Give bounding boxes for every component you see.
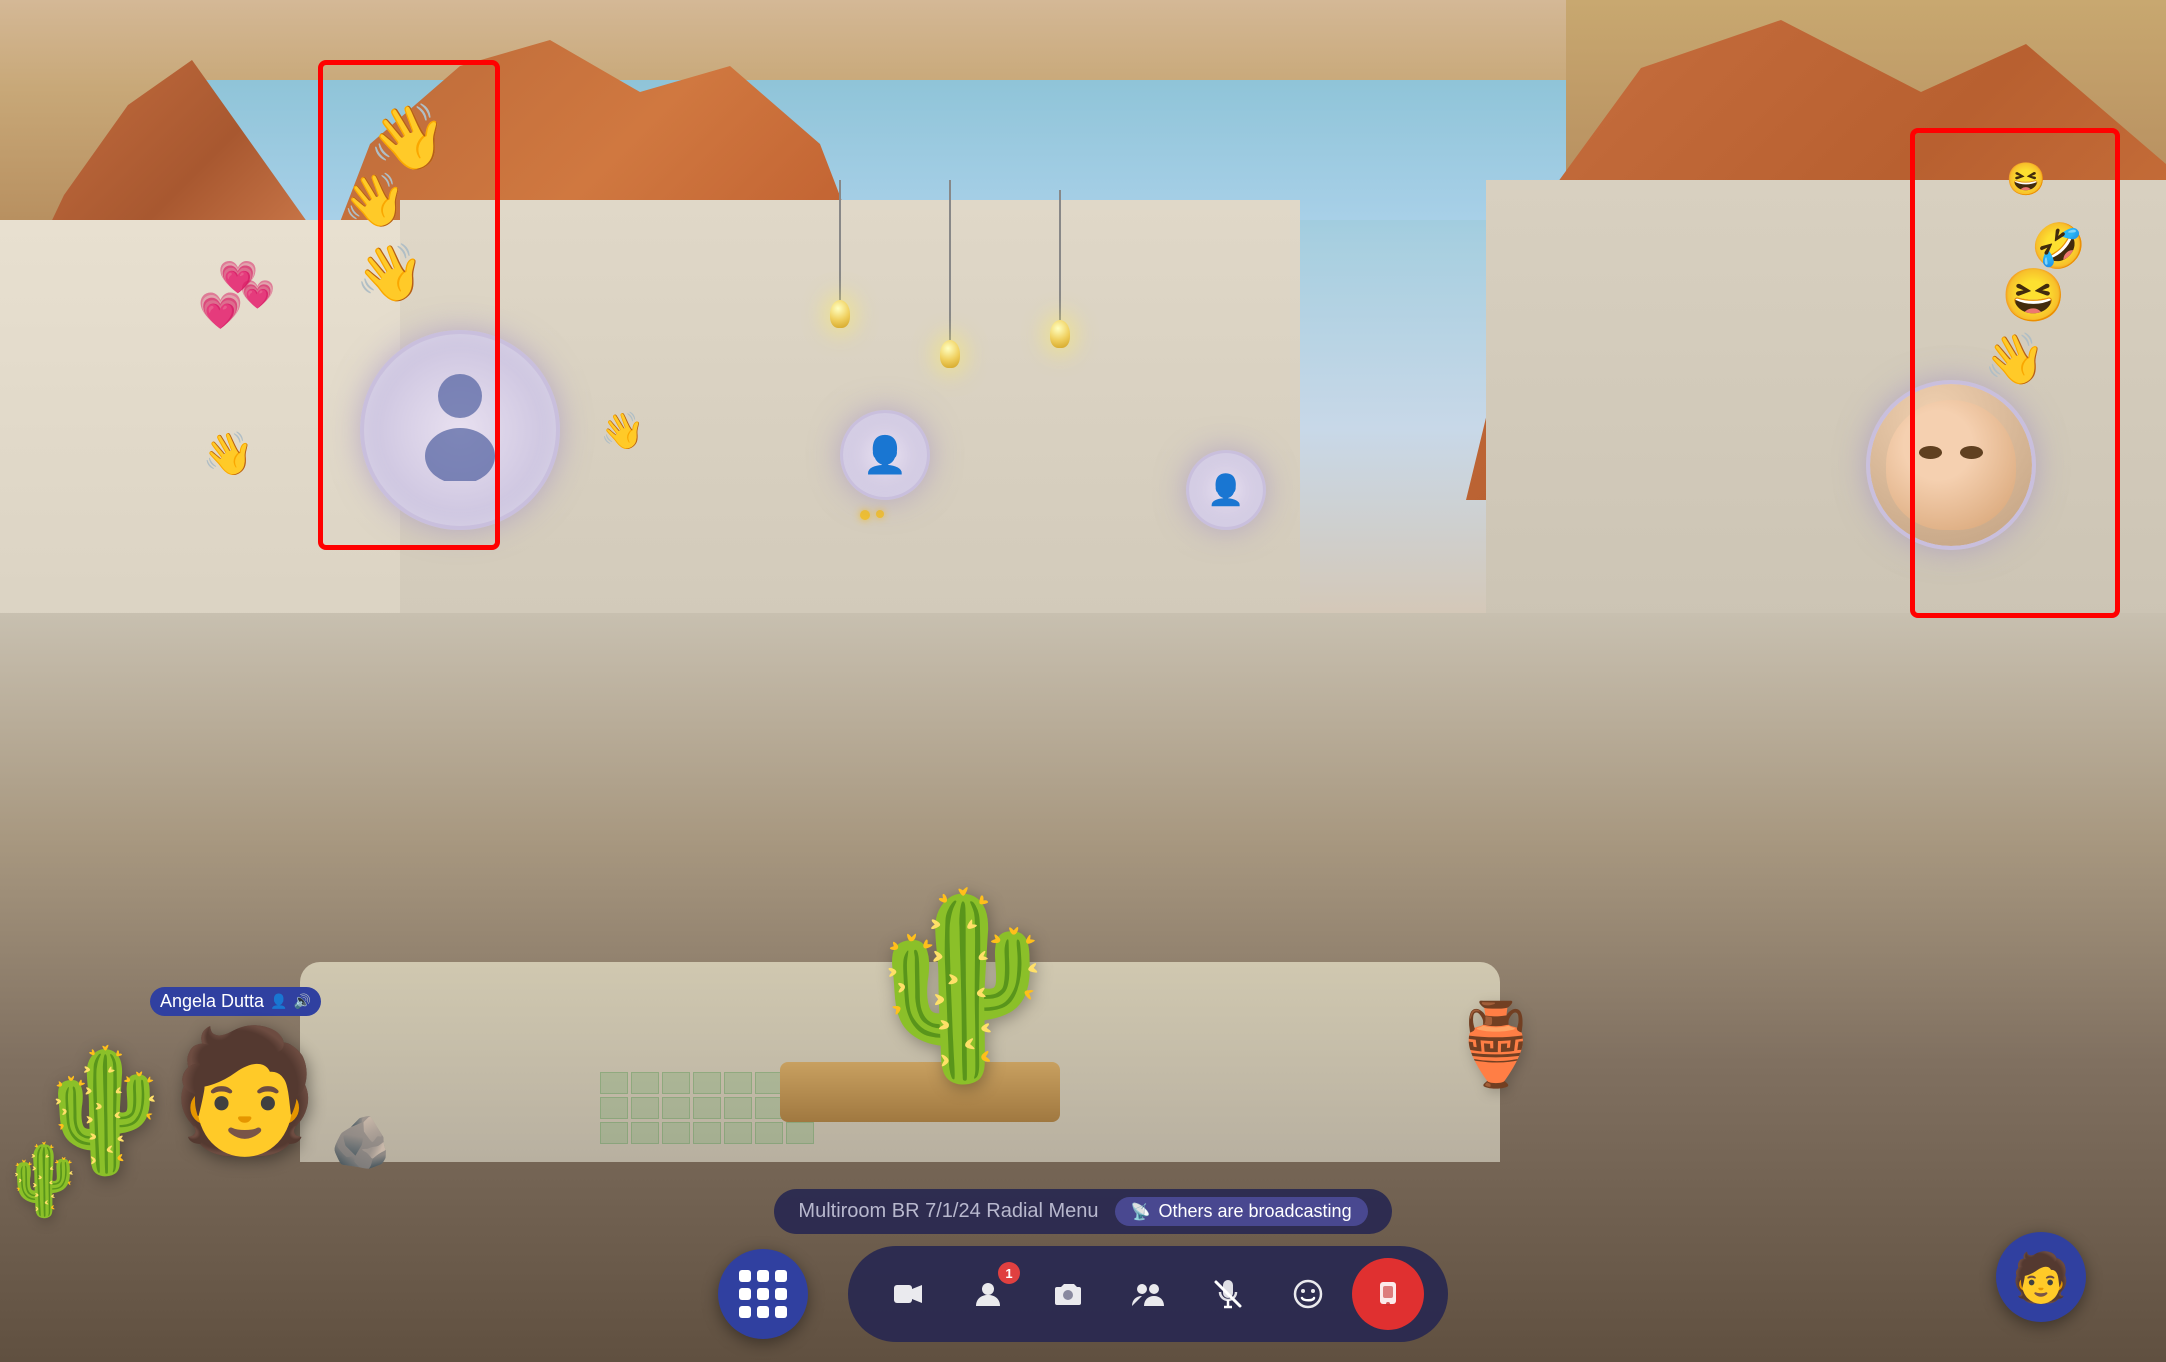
toolbar-status-row: Multiroom BR 7/1/24 Radial Menu 📡 Others… — [774, 1189, 1391, 1234]
broadcasting-badge[interactable]: 📡 Others are broadcasting — [1115, 1197, 1368, 1226]
avatar-icon-right-center: 👤 — [1207, 473, 1244, 508]
cactus-main: 🌵 — [850, 881, 1074, 1092]
self-avatar-icon: 🧑 — [2011, 1249, 2071, 1306]
light-dots — [860, 510, 884, 520]
small-cactus: 🪨 — [330, 1113, 392, 1172]
people-badge: 1 — [998, 1262, 1020, 1284]
broadcast-button[interactable] — [1352, 1258, 1424, 1330]
avatar-photo-right — [1870, 384, 2032, 546]
status-text: Multiroom BR 7/1/24 Radial Menu — [798, 1200, 1098, 1223]
group-button[interactable] — [1112, 1258, 1184, 1330]
react-button[interactable] — [1272, 1258, 1344, 1330]
broadcast-portal-left[interactable] — [360, 330, 560, 530]
broadcasting-text: Others are broadcasting — [1158, 1201, 1351, 1222]
toolbar-main: 1 — [848, 1246, 1448, 1342]
hanging-light-2 — [940, 180, 960, 368]
signal-icon: 📡 — [1131, 1202, 1151, 1222]
angela-name-text: Angela Dutta — [160, 991, 264, 1012]
toolbar-status-bar: Multiroom BR 7/1/24 Radial Menu 📡 Others… — [774, 1189, 1391, 1234]
broadcast-portal-center[interactable]: 👤 — [840, 410, 930, 500]
person-silhouette — [410, 361, 510, 500]
hanging-light-1 — [830, 180, 850, 328]
people-button[interactable]: 1 — [952, 1258, 1024, 1330]
angela-audio-icon: 🔊 — [294, 993, 311, 1010]
character-angela: Angela Dutta 👤 🔊 🧑 — [170, 1022, 319, 1162]
vase-decoration: 🏺 — [1446, 998, 1546, 1092]
self-avatar[interactable]: 🧑 — [1996, 1232, 2086, 1322]
toolbar-main-row: 1 — [718, 1246, 1448, 1342]
name-badge-angela: Angela Dutta 👤 🔊 — [150, 987, 321, 1016]
angela-avatar: 🧑 — [170, 1022, 319, 1162]
camera-button[interactable] — [1032, 1258, 1104, 1330]
avatar-icon-center: 👤 — [863, 434, 908, 476]
menu-button[interactable] — [718, 1249, 808, 1339]
toolbar-wrapper: Multiroom BR 7/1/24 Radial Menu 📡 Others… — [0, 1189, 2166, 1342]
video-button[interactable] — [872, 1258, 944, 1330]
hanging-light-3 — [1050, 190, 1070, 348]
broadcast-portal-right[interactable] — [1866, 380, 2036, 550]
angela-badge-icon: 👤 — [270, 993, 287, 1010]
mute-button[interactable] — [1192, 1258, 1264, 1330]
grid-icon — [739, 1270, 787, 1318]
broadcast-portal-right-center[interactable]: 👤 — [1186, 450, 1266, 530]
